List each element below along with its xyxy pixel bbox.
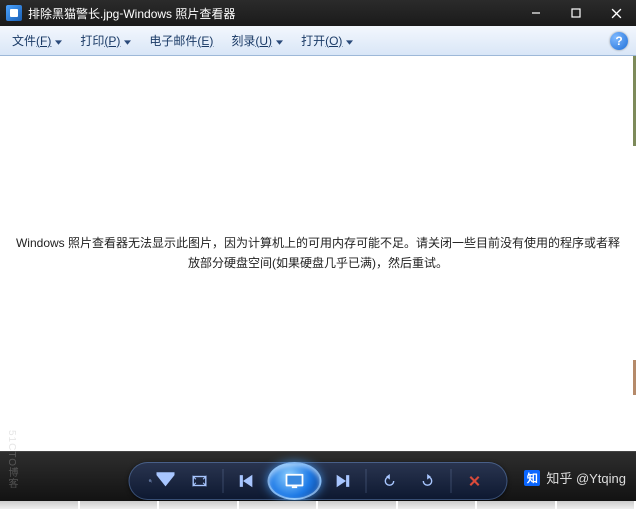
rotate-cw-button[interactable] bbox=[415, 468, 441, 494]
separator bbox=[223, 469, 224, 493]
chevron-down-icon bbox=[124, 34, 131, 48]
close-button[interactable] bbox=[596, 0, 636, 26]
menu-email-accel: (E) bbox=[197, 34, 213, 48]
menu-file[interactable]: 文件(F) bbox=[6, 30, 68, 51]
menu-open[interactable]: 打开(O) bbox=[295, 30, 359, 51]
menu-open-accel: (O) bbox=[325, 34, 342, 48]
separator bbox=[451, 469, 452, 493]
next-button[interactable] bbox=[330, 468, 356, 494]
thumbnail-peek bbox=[0, 501, 636, 509]
title-bar: 排除黑猫警长.jpg - Windows 照片查看器 bbox=[0, 0, 636, 26]
menu-burn-label: 刻录 bbox=[231, 32, 255, 49]
chevron-down-icon bbox=[157, 470, 175, 493]
menu-bar: 文件(F) 打印(P) 电子邮件(E) 刻录(U) 打开(O) ? bbox=[0, 26, 636, 56]
slideshow-button[interactable] bbox=[268, 462, 322, 500]
help-icon: ? bbox=[615, 34, 622, 48]
menu-email[interactable]: 电子邮件(E) bbox=[143, 30, 219, 51]
menu-file-accel: (F) bbox=[36, 34, 51, 48]
window-title-filename: 排除黑猫警长.jpg bbox=[28, 5, 119, 22]
zoom-button[interactable] bbox=[149, 468, 175, 494]
viewer-content: Windows 照片查看器无法显示此图片，因为计算机上的可用内存可能不足。请关闭… bbox=[0, 56, 636, 451]
error-line-2: 放部分硬盘空间(如果硬盘几乎已满)，然后重试。 bbox=[188, 256, 448, 270]
chevron-down-icon bbox=[346, 34, 353, 48]
app-icon bbox=[6, 5, 22, 21]
rotate-ccw-button[interactable] bbox=[377, 468, 403, 494]
menu-print[interactable]: 打印(P) bbox=[74, 30, 137, 51]
error-message: Windows 照片查看器无法显示此图片，因为计算机上的可用内存可能不足。请关闭… bbox=[6, 234, 630, 272]
minimize-button[interactable] bbox=[516, 0, 556, 26]
bottom-toolbar bbox=[0, 451, 636, 509]
delete-button[interactable] bbox=[462, 468, 488, 494]
menu-burn[interactable]: 刻录(U) bbox=[225, 30, 289, 51]
help-button[interactable]: ? bbox=[610, 32, 628, 50]
chevron-down-icon bbox=[276, 34, 283, 48]
menu-file-label: 文件 bbox=[12, 32, 36, 49]
fit-button[interactable] bbox=[187, 468, 213, 494]
error-line-1: Windows 照片查看器无法显示此图片，因为计算机上的可用内存可能不足。请关闭… bbox=[16, 236, 620, 250]
window-title-app: Windows 照片查看器 bbox=[123, 5, 235, 22]
menu-print-accel: (P) bbox=[104, 34, 120, 48]
menu-email-label: 电子邮件 bbox=[149, 32, 197, 49]
separator bbox=[366, 469, 367, 493]
menu-open-label: 打开 bbox=[301, 32, 325, 49]
menu-burn-accel: (U) bbox=[255, 34, 272, 48]
previous-button[interactable] bbox=[234, 468, 260, 494]
chevron-down-icon bbox=[55, 34, 62, 48]
toolbar-pill bbox=[129, 462, 508, 500]
menu-print-label: 打印 bbox=[80, 32, 104, 49]
maximize-button[interactable] bbox=[556, 0, 596, 26]
